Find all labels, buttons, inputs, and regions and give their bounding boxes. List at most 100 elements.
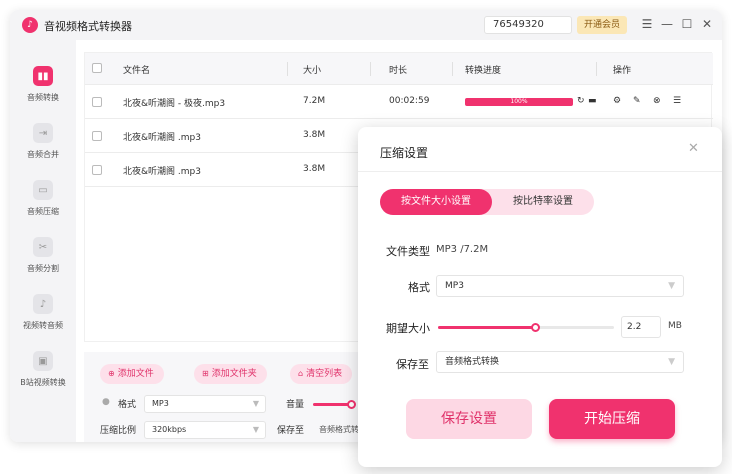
header-duration: 时长: [389, 66, 408, 76]
ratio-value: 320kbps: [152, 425, 187, 434]
sidebar-item-label: 音频分割: [27, 264, 59, 273]
save-to-label: 保存至: [277, 426, 305, 436]
edit-icon[interactable]: ✎: [633, 96, 641, 106]
file-name: 北夜&听潮阁 .mp3: [123, 167, 201, 177]
volume-slider[interactable]: [313, 400, 356, 409]
audio-convert-icon: ▮▮: [33, 66, 53, 86]
chevron-down-icon: ▼: [252, 399, 259, 408]
save-to-select[interactable]: 音频格式转换 ▼: [436, 351, 684, 373]
header-actions: 操作: [613, 66, 632, 76]
mode-tabs: 按文件大小设置 按比特率设置: [380, 189, 594, 215]
save-settings-button[interactable]: 保存设置: [406, 399, 532, 439]
close-icon[interactable]: ✕: [688, 141, 699, 156]
divider: [358, 171, 722, 172]
table-row[interactable]: 北夜&听潮阁 - 极夜.mp3 7.2M 00:02:59 100% ↻ ▬ ⚙…: [85, 85, 713, 119]
chevron-down-icon: ▼: [252, 425, 259, 434]
header-size: 大小: [303, 66, 322, 76]
dialog-title: 压缩设置: [380, 146, 429, 160]
header-name: 文件名: [123, 66, 151, 76]
sidebar-item-audio-merge[interactable]: ⇥ 音频合并: [10, 119, 76, 169]
sidebar-item-video-to-audio[interactable]: ♪ 视频转音频: [10, 290, 76, 340]
sidebar: ▮▮ 音频转换 ⇥ 音频合并 ▭ 音频压缩 ✂ 音频分割 ♪ 视频转音频 ▣ B…: [10, 40, 76, 442]
file-type-value: MP3 /7.2M: [436, 244, 489, 255]
menu-icon[interactable]: ☰: [640, 17, 654, 31]
size-label: 期望大小: [386, 322, 430, 335]
volume-knob[interactable]: [347, 400, 356, 409]
more-icon[interactable]: ☰: [673, 96, 681, 106]
sidebar-item-audio-convert[interactable]: ▮▮ 音频转换: [10, 62, 76, 112]
file-name: 北夜&听潮阁 - 极夜.mp3: [123, 99, 226, 109]
sidebar-item-audio-split[interactable]: ✂ 音频分割: [10, 233, 76, 283]
slider-knob[interactable]: [530, 323, 540, 332]
retry-icon[interactable]: ↻: [577, 96, 585, 106]
add-folder-label: 添加文件夹: [211, 369, 257, 379]
format-select[interactable]: MP3 ▼: [436, 275, 684, 297]
sidebar-item-bilibili-convert[interactable]: ▣ B站视频转换: [10, 347, 76, 397]
file-size: 3.8M: [303, 164, 326, 174]
sidebar-item-label: B站视频转换: [20, 378, 66, 387]
save-to-label: 保存至: [396, 358, 429, 371]
folder-icon[interactable]: ▬: [588, 96, 597, 106]
format-label: 格式: [408, 281, 430, 294]
vip-button[interactable]: 开通会员: [577, 16, 627, 34]
settings-icon[interactable]: ⚙: [613, 96, 621, 106]
clear-list-button[interactable]: ⌂ 清空列表: [290, 364, 353, 384]
ratio-select[interactable]: 320kbps ▼: [144, 421, 266, 439]
size-input[interactable]: 2.2: [621, 316, 661, 338]
sidebar-item-label: 视频转音频: [23, 321, 63, 330]
sidebar-item-label: 音频合并: [27, 150, 59, 159]
bilibili-convert-icon: ▣: [33, 351, 53, 371]
trash-icon: ⌂: [298, 369, 304, 378]
slider-fill: [438, 326, 535, 329]
close-icon[interactable]: ✕: [700, 17, 714, 31]
row-checkbox[interactable]: [92, 97, 102, 107]
format-value: MP3: [445, 281, 464, 291]
sidebar-item-audio-compress[interactable]: ▭ 音频压缩: [10, 176, 76, 226]
start-compress-button[interactable]: 开始压缩: [549, 399, 675, 439]
table-header: 文件名 大小 时长 转换进度 操作: [85, 53, 713, 85]
add-file-button[interactable]: ⊕ 添加文件: [100, 364, 164, 384]
audio-split-icon: ✂: [33, 237, 53, 257]
tab-by-size[interactable]: 按文件大小设置: [380, 189, 492, 215]
format-value: MP3: [152, 399, 169, 408]
audio-compress-icon: ▭: [33, 180, 53, 200]
compress-settings-dialog: 压缩设置 ✕ 按文件大小设置 按比特率设置 文件类型 MP3 /7.2M 格式 …: [358, 127, 722, 467]
chevron-down-icon: ▼: [668, 281, 675, 291]
sidebar-item-label: 音频转换: [27, 93, 59, 102]
column-divider: [287, 62, 288, 76]
video-to-audio-icon: ♪: [33, 294, 53, 314]
file-size: 7.2M: [303, 96, 326, 106]
row-checkbox[interactable]: [92, 165, 102, 175]
header-progress: 转换进度: [465, 66, 502, 76]
add-file-label: 添加文件: [117, 369, 154, 379]
format-label: 格式: [118, 400, 137, 410]
ratio-label: 压缩比例: [100, 426, 137, 436]
select-all-checkbox[interactable]: [92, 63, 102, 73]
add-file-icon: ⊕: [108, 369, 115, 378]
size-unit: MB: [668, 321, 682, 331]
file-type-label: 文件类型: [386, 245, 430, 258]
tab-by-bitrate[interactable]: 按比特率设置: [492, 189, 594, 215]
volume-label: 音量: [286, 400, 305, 410]
file-name: 北夜&听潮阁 .mp3: [123, 133, 201, 143]
file-duration: 00:02:59: [389, 96, 430, 106]
app-logo-icon: ♪: [22, 17, 38, 33]
title-bar: ♪ 音视频格式转换器 76549320 开通会员 ☰ — ☐ ✕: [10, 10, 722, 40]
add-folder-icon: ⊞: [202, 369, 209, 378]
format-select[interactable]: MP3 ▼: [144, 395, 266, 413]
user-id-field[interactable]: 76549320: [484, 16, 572, 34]
sidebar-item-label: 音频压缩: [27, 207, 59, 216]
save-to-value: 音频格式转换: [445, 357, 500, 367]
file-size: 3.8M: [303, 130, 326, 140]
minimize-icon[interactable]: —: [660, 17, 674, 31]
column-divider: [370, 62, 371, 76]
row-checkbox[interactable]: [92, 131, 102, 141]
size-slider[interactable]: [438, 323, 614, 332]
column-divider: [452, 62, 453, 76]
app-title: 音视频格式转换器: [44, 20, 132, 33]
chevron-down-icon: ▼: [668, 357, 675, 367]
add-folder-button[interactable]: ⊞ 添加文件夹: [194, 364, 267, 384]
remove-icon[interactable]: ⊗: [653, 96, 661, 106]
clear-list-label: 清空列表: [306, 369, 343, 379]
maximize-icon[interactable]: ☐: [680, 17, 694, 31]
